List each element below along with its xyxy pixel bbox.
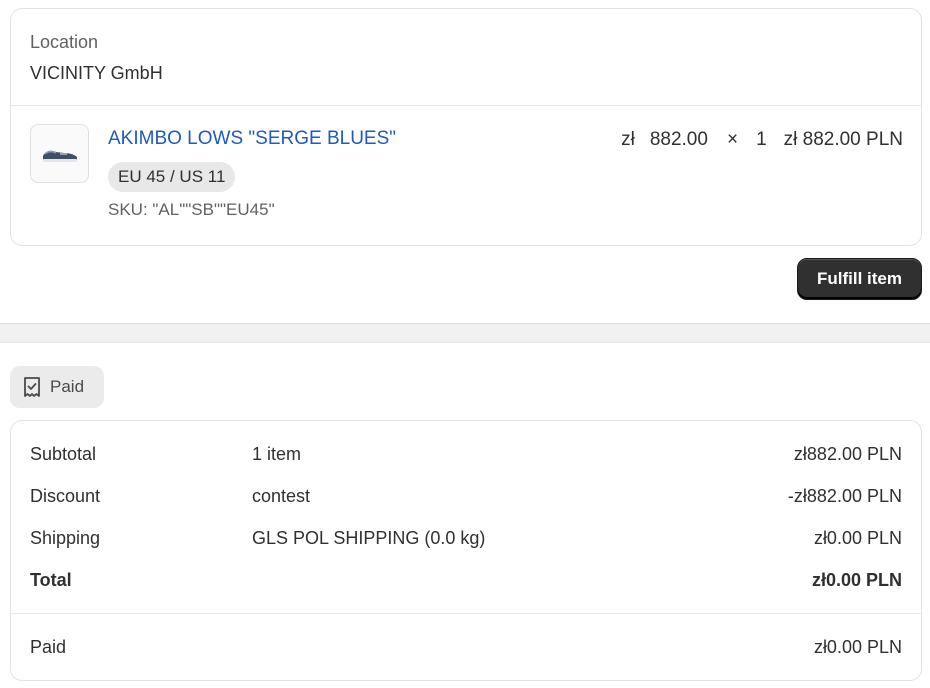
discount-label: Discount (30, 486, 101, 506)
shipping-amount: zł0.00 PLN (813, 528, 902, 548)
line-total: zł 882.00 PLN (783, 129, 903, 150)
paid-status-badge: Paid (10, 366, 104, 408)
subtotal-amount: zł882.00 PLN (793, 444, 902, 464)
times-sign: × (726, 129, 739, 150)
paid-amount: zł0.00 PLN (813, 637, 902, 657)
price-row: zł 882.00 × 1 zł 882.00 PLN (621, 129, 903, 151)
location-name: VICINITY GmbH (30, 63, 163, 83)
unit-price: 882.00 (649, 129, 708, 150)
subtotal-label: Subtotal (30, 444, 97, 464)
paid-label: Paid (30, 637, 67, 657)
shipping-label: Shipping (30, 528, 101, 548)
product-sku: SKU: "AL""SB""EU45" (108, 200, 275, 219)
divider (11, 105, 921, 106)
section-separator (0, 323, 930, 343)
payment-summary-card: Subtotal 1 item zł882.00 PLN Discount co… (10, 420, 922, 681)
product-title-link[interactable]: AKIMBO LOWS "SERGE BLUES" (108, 128, 396, 150)
sneaker-image (42, 150, 77, 162)
discount-detail: contest (252, 486, 311, 506)
discount-amount: -zł882.00 PLN (787, 486, 902, 506)
receipt-check-icon (24, 377, 40, 397)
paid-badge-label: Paid (50, 377, 85, 396)
fulfillment-panel: Location VICINITY GmbH AKIMBO LOWS "SERG… (0, 0, 930, 323)
currency-symbol: zł (621, 129, 635, 150)
subtotal-detail: 1 item (252, 444, 302, 464)
location-label: Location (30, 32, 99, 52)
location-card: Location VICINITY GmbH AKIMBO LOWS "SERG… (10, 8, 922, 246)
total-amount: zł0.00 PLN (811, 570, 902, 590)
divider (11, 613, 921, 614)
shipping-detail: GLS POL SHIPPING (0.0 kg) (252, 528, 486, 548)
total-label: Total (30, 570, 72, 590)
fulfill-item-button[interactable]: Fulfill item (797, 258, 922, 300)
product-thumbnail[interactable] (30, 124, 89, 183)
quantity: 1 (756, 129, 767, 150)
variant-badge: EU 45 / US 11 (108, 162, 236, 192)
